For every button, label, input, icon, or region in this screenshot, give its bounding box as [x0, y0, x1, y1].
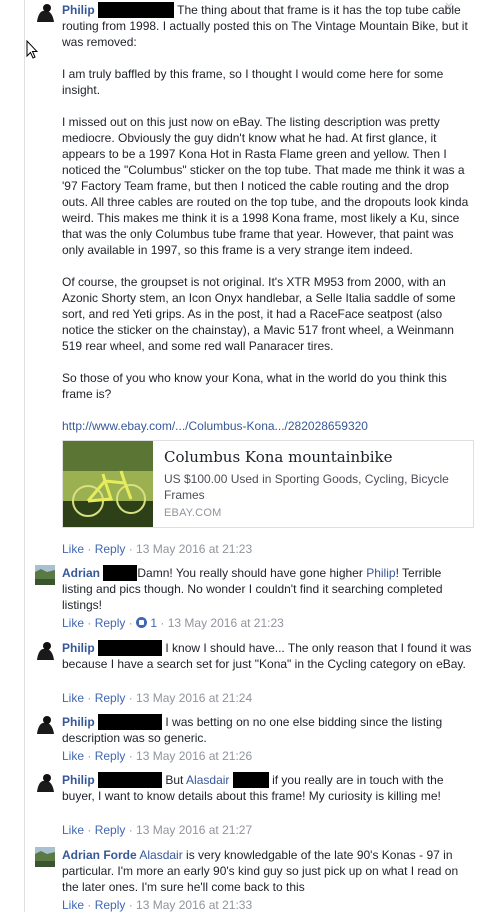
link-preview-text: Columbus Kona mountainbike US $100.00 Us… — [164, 447, 464, 519]
redacted-name — [98, 772, 163, 788]
avatar[interactable] — [35, 772, 55, 792]
timestamp[interactable]: 13 May 2016 at 21:24 — [136, 691, 252, 705]
author-name[interactable]: Adrian — [62, 566, 100, 580]
like-button[interactable]: Like — [62, 823, 84, 837]
reply-button[interactable]: Reply — [95, 898, 126, 912]
avatar[interactable] — [35, 2, 55, 22]
mention-link[interactable]: Philip — [366, 566, 395, 580]
avatar[interactable] — [35, 714, 55, 734]
author-name[interactable]: Philip — [62, 641, 95, 655]
mention-link[interactable]: Alasdair — [139, 848, 182, 862]
reply-button[interactable]: Reply — [95, 691, 126, 705]
reply-button[interactable]: Reply — [95, 749, 126, 763]
redacted-name — [232, 772, 269, 788]
avatar-image — [37, 774, 54, 792]
redacted-name — [98, 640, 163, 656]
avatar-image — [35, 847, 55, 867]
post-link[interactable]: http://www.ebay.com/.../Columbus-Kona...… — [62, 418, 475, 434]
reply-body: Adrian Damn! You really should have gone… — [62, 565, 443, 612]
author-name[interactable]: Philip — [62, 773, 95, 787]
reply-button[interactable]: Reply — [95, 542, 126, 556]
reply-actions: Like · Reply · 13 May 2016 at 21:33 — [62, 898, 253, 912]
avatar[interactable] — [35, 847, 55, 867]
post-intro: Philip The thing about that frame is it … — [62, 2, 468, 49]
author-name[interactable]: Philip — [62, 3, 95, 17]
post-paragraph: I am truly baffled by this frame, so I t… — [62, 67, 444, 97]
reply-body: Philip I know I should have... The only … — [62, 640, 472, 671]
link-preview-domain: EBAY.COM — [164, 507, 222, 519]
post-body: Philip The thing about that frame is it … — [62, 2, 475, 434]
avatar[interactable] — [35, 565, 55, 585]
redacted-name — [103, 565, 138, 581]
reply-body: Philip I was betting on no one else bidd… — [62, 714, 443, 745]
like-button[interactable]: Like — [62, 616, 84, 630]
redacted-name — [98, 2, 175, 18]
post-paragraph: So those of you who know your Kona, what… — [62, 371, 447, 401]
like-button[interactable]: Like — [62, 542, 84, 556]
avatar-image — [35, 565, 55, 585]
reply-button[interactable]: Reply — [95, 823, 126, 837]
timestamp[interactable]: 13 May 2016 at 21:33 — [136, 898, 252, 912]
link-preview-title[interactable]: Columbus Kona mountainbike — [164, 447, 464, 467]
like-button[interactable]: Like — [62, 749, 84, 763]
post-paragraph: I missed out on this just now on eBay. T… — [62, 115, 469, 257]
reply-actions: Like · Reply · 13 May 2016 at 21:26 — [62, 749, 253, 763]
author-name[interactable]: Adrian Forde — [62, 848, 137, 862]
timestamp[interactable]: 13 May 2016 at 21:27 — [136, 823, 252, 837]
reply-body: Philip But Alasdair if you really are in… — [62, 772, 444, 803]
like-button[interactable]: Like — [62, 898, 84, 912]
like-reaction-icon[interactable] — [136, 617, 148, 628]
reply-button[interactable]: Reply — [95, 616, 126, 630]
avatar-image — [37, 716, 54, 734]
avatar-image — [37, 642, 54, 660]
like-button[interactable]: Like — [62, 691, 84, 705]
mention-link[interactable]: Alasdair — [186, 773, 229, 787]
bike-icon — [63, 441, 153, 527]
avatar[interactable] — [35, 640, 55, 660]
avatar-image — [37, 4, 54, 22]
link-preview-card[interactable]: Columbus Kona mountainbike US $100.00 Us… — [62, 440, 474, 528]
reply-actions: Like · Reply · 13 May 2016 at 21:27 — [62, 823, 253, 837]
post-paragraph: Of course, the groupset is not original.… — [62, 275, 456, 353]
thread-divider — [24, 0, 25, 912]
link-preview-description: US $100.00 Used in Sporting Goods, Cycli… — [164, 472, 449, 502]
bike-thumbnail[interactable] — [63, 441, 153, 527]
redacted-name — [98, 714, 163, 730]
reply-actions: Like · Reply · 1 · 13 May 2016 at 21:23 — [62, 616, 284, 630]
timestamp[interactable]: 13 May 2016 at 21:23 — [168, 616, 284, 630]
left-margin — [0, 0, 24, 912]
reply-body: Adrian Forde Alasdair is very knowledgab… — [62, 848, 459, 894]
timestamp[interactable]: 13 May 2016 at 21:23 — [136, 542, 252, 556]
post-actions: Like · Reply · 13 May 2016 at 21:23 — [62, 542, 253, 556]
mouse-pointer-icon — [26, 40, 38, 59]
reply-actions: Like · Reply · 13 May 2016 at 21:24 — [62, 691, 253, 705]
author-name[interactable]: Philip — [62, 715, 95, 729]
timestamp[interactable]: 13 May 2016 at 21:26 — [136, 749, 252, 763]
